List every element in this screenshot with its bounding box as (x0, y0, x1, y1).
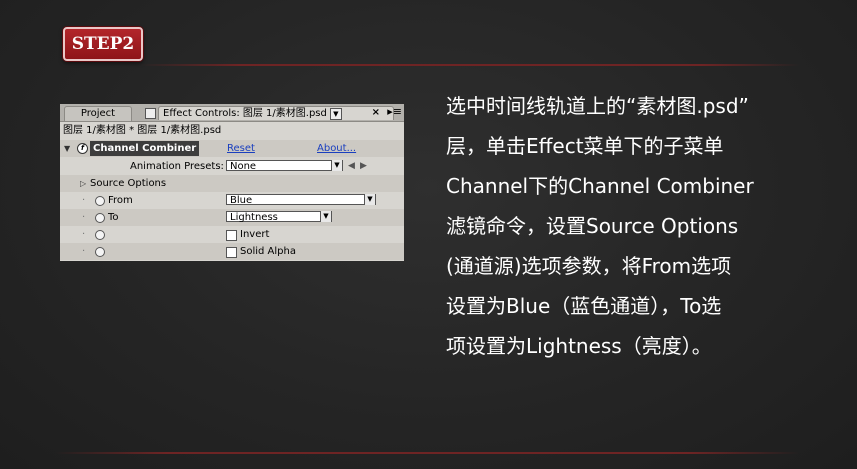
solid-alpha-checkbox[interactable] (226, 247, 237, 258)
twirl-right-icon[interactable]: ▷ (80, 175, 86, 192)
panel-icon (145, 108, 156, 119)
instruction-line: 层，单击Effect菜单下的子菜单 (446, 134, 724, 158)
panel-tab-bar: Project Effect Controls: 图层 1/素材图.psd ▼ ×… (60, 104, 404, 122)
from-select[interactable]: Blue ▼ (226, 194, 376, 206)
from-row: · From Blue ▼ (60, 192, 404, 209)
bullet-icon: · (82, 246, 86, 257)
top-divider (140, 64, 800, 66)
solid-alpha-row: · Solid Alpha (60, 243, 404, 260)
to-select[interactable]: Lightness ▼ (226, 211, 332, 223)
effect-name[interactable]: Channel Combiner (90, 141, 200, 156)
bullet-icon: · (82, 229, 86, 240)
tab-project[interactable]: Project (64, 106, 132, 121)
chevron-down-icon[interactable]: ▼ (329, 108, 342, 120)
instruction-line: Channel下的Channel Combiner (446, 174, 754, 198)
effect-row: ▼ f Channel Combiner Reset About... (60, 140, 404, 157)
to-row: · To Lightness ▼ (60, 209, 404, 226)
next-preset-icon[interactable]: ▶ (360, 158, 367, 175)
instruction-text: 选中时间线轨道上的“素材图.psd” 层，单击Effect菜单下的子菜单 Cha… (446, 86, 846, 366)
chevron-down-icon: ▼ (331, 160, 342, 171)
source-options-row: ▷ Source Options (60, 175, 404, 192)
chevron-down-icon: ▼ (364, 194, 375, 205)
to-value: Lightness (230, 212, 278, 223)
instruction-line: (通道源)选项参数，将From选项 (446, 254, 732, 278)
fx-toggle-icon[interactable]: f (77, 143, 88, 154)
reset-link[interactable]: Reset (227, 140, 255, 157)
invert-checkbox[interactable] (226, 230, 237, 241)
previous-preset-icon[interactable]: ◀ (348, 158, 355, 175)
bullet-icon: · (82, 195, 86, 206)
twirl-down-icon[interactable]: ▼ (64, 140, 70, 157)
invert-row: · Invert (60, 226, 404, 243)
instruction-line: 选中时间线轨道上的“素材图.psd” (446, 94, 749, 118)
instruction-line: 滤镜命令，设置Source Options (446, 214, 739, 238)
stopwatch-icon[interactable] (95, 196, 105, 206)
breadcrumb: 图层 1/素材图 * 图层 1/素材图.psd (63, 125, 222, 136)
animation-presets-label: Animation Presets: (130, 161, 224, 172)
animation-presets-row: Animation Presets: None ▼ ◀ ▶ (60, 158, 404, 175)
animation-presets-select[interactable]: None ▼ (226, 160, 343, 172)
effect-controls-panel: Project Effect Controls: 图层 1/素材图.psd ▼ ×… (60, 104, 404, 261)
stopwatch-icon[interactable] (95, 213, 105, 223)
invert-label: Invert (240, 229, 270, 240)
to-label: To (108, 212, 119, 223)
instruction-line: 设置为Blue（蓝色通道），To选 (446, 294, 722, 318)
panel-menu-icon[interactable]: ▸≡ (387, 105, 402, 118)
solid-alpha-label: Solid Alpha (240, 246, 296, 257)
animation-presets-value: None (230, 161, 257, 172)
tab-effect-controls-label: Effect Controls: 图层 1/素材图.psd (163, 108, 327, 119)
stopwatch-icon[interactable] (95, 247, 105, 257)
about-link[interactable]: About... (317, 140, 356, 157)
tab-effect-controls[interactable]: Effect Controls: 图层 1/素材图.psd ▼ (158, 106, 394, 120)
step-badge: STEP2 (63, 27, 143, 61)
stopwatch-icon[interactable] (95, 230, 105, 240)
close-icon[interactable]: × (372, 107, 380, 118)
from-value: Blue (230, 195, 253, 206)
instruction-line: 项设置为Lightness（亮度）。 (446, 334, 712, 358)
source-options-label: Source Options (90, 178, 167, 189)
bottom-divider (55, 452, 800, 454)
from-label: From (108, 195, 133, 206)
bullet-icon: · (82, 212, 86, 223)
chevron-down-icon: ▼ (320, 211, 331, 222)
